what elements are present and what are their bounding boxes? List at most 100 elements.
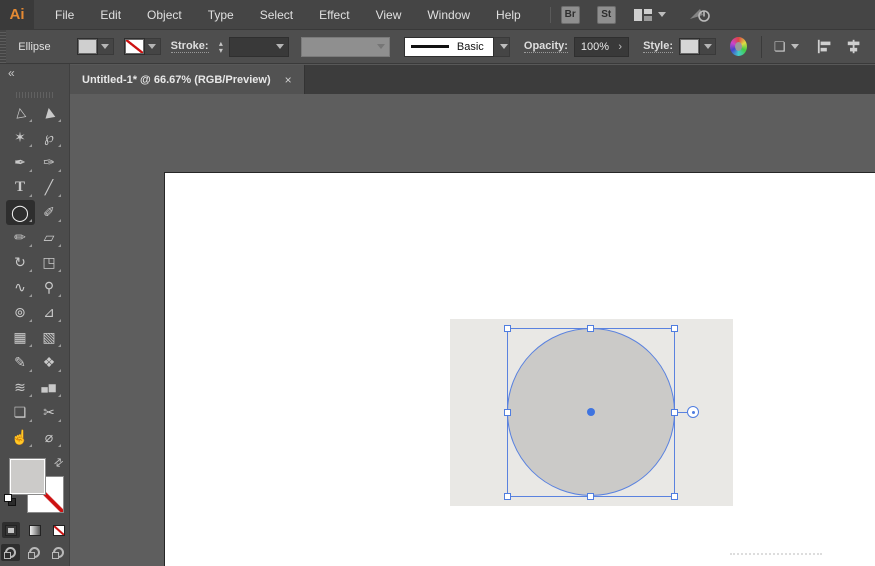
- menu-effect[interactable]: Effect: [306, 0, 362, 30]
- type-tool[interactable]: T: [6, 175, 35, 200]
- graphic-style-well[interactable]: [679, 38, 716, 55]
- scale-tool-icon: ◳: [42, 254, 55, 271]
- selection-handle-se[interactable]: [671, 493, 678, 500]
- selection-handle-e[interactable]: [671, 409, 678, 416]
- lasso-tool[interactable]: ℘: [35, 125, 64, 150]
- gradient-button[interactable]: [26, 522, 44, 538]
- menu-select[interactable]: Select: [247, 0, 306, 30]
- hand-tool[interactable]: ☝: [6, 425, 35, 450]
- blend-tool[interactable]: ❖: [35, 350, 64, 375]
- fill-dropdown-button[interactable]: [98, 38, 114, 55]
- fill-color-well[interactable]: [77, 38, 114, 55]
- slice-tool[interactable]: ✂: [35, 400, 64, 425]
- column-graph-tool[interactable]: ▄▆: [35, 375, 64, 400]
- stroke-dropdown-button[interactable]: [145, 38, 161, 55]
- workspace-switcher-button[interactable]: [633, 8, 666, 22]
- paintbrush-tool[interactable]: ✐: [35, 200, 64, 225]
- selection-handle-w[interactable]: [504, 409, 511, 416]
- menu-type[interactable]: Type: [195, 0, 247, 30]
- recolor-artwork-icon[interactable]: [730, 37, 747, 56]
- shaper-tool[interactable]: ✏: [6, 225, 35, 250]
- shape-builder-tool[interactable]: ⊚: [6, 300, 35, 325]
- opacity-expand-icon[interactable]: ›: [618, 41, 622, 53]
- none-chip-icon: [53, 525, 65, 536]
- style-swatch[interactable]: [679, 38, 700, 55]
- document-tab[interactable]: Untitled-1* @ 66.67% (RGB/Preview) ×: [70, 65, 305, 94]
- pen-tool[interactable]: ✒: [6, 150, 35, 175]
- stroke-none-swatch[interactable]: [124, 38, 145, 55]
- stock-button[interactable]: St: [597, 6, 616, 24]
- eraser-tool[interactable]: ▱: [35, 225, 64, 250]
- color-button[interactable]: [2, 522, 20, 538]
- horizontal-align-center-icon[interactable]: [846, 39, 861, 54]
- selection-handle-ne[interactable]: [671, 325, 678, 332]
- symbol-sprayer-tool-icon: ≋: [14, 379, 26, 396]
- stroke-color-well[interactable]: [124, 38, 161, 55]
- gradient-tool[interactable]: ▧: [35, 325, 64, 350]
- selection-handle-sw[interactable]: [504, 493, 511, 500]
- selection-handle-s[interactable]: [587, 493, 594, 500]
- artboard-tool[interactable]: ❏: [6, 400, 35, 425]
- opacity-field[interactable]: 100% ›: [574, 37, 629, 57]
- stepper-down-icon[interactable]: ▾: [215, 47, 228, 54]
- puppet-warp-tool[interactable]: ⚲: [35, 275, 64, 300]
- opacity-value[interactable]: 100%: [581, 41, 609, 53]
- menu-edit[interactable]: Edit: [87, 0, 134, 30]
- mesh-tool[interactable]: ▦: [6, 325, 35, 350]
- bridge-button[interactable]: Br: [561, 6, 580, 24]
- stroke-weight-stepper[interactable]: ▴ ▾: [215, 40, 228, 54]
- artboard[interactable]: [164, 172, 875, 566]
- tools-panel-grip[interactable]: [16, 92, 54, 98]
- menu-view[interactable]: View: [363, 0, 415, 30]
- style-dropdown-button[interactable]: [700, 38, 716, 55]
- fill-swatch[interactable]: [77, 38, 98, 55]
- curvature-tool[interactable]: ✑: [35, 150, 64, 175]
- menu-window[interactable]: Window: [414, 0, 483, 30]
- scale-tool[interactable]: ◳: [35, 250, 64, 275]
- direct-selection-tool-icon: ▶: [40, 106, 57, 119]
- gpu-performance-button[interactable]: [688, 7, 712, 23]
- zoom-tool[interactable]: ⌀: [35, 425, 64, 450]
- brush-definition-field[interactable]: Basic: [404, 37, 494, 57]
- tab-close-icon[interactable]: ×: [285, 73, 292, 87]
- menu-object[interactable]: Object: [134, 0, 195, 30]
- selection-tool[interactable]: ▷: [6, 100, 35, 125]
- swap-fill-stroke-icon[interactable]: ⇄: [51, 455, 66, 471]
- perspective-grid-tool[interactable]: ⊿: [35, 300, 64, 325]
- ellipse-tool[interactable]: ◯: [6, 200, 35, 225]
- magic-wand-tool[interactable]: ✶: [6, 125, 35, 150]
- shape-center-widget[interactable]: [587, 408, 595, 416]
- brush-definition-control[interactable]: Basic: [404, 37, 510, 57]
- draw-behind-button[interactable]: [25, 544, 44, 561]
- menu-file[interactable]: File: [42, 0, 87, 30]
- collapse-panel-button[interactable]: «: [8, 66, 15, 80]
- line-segment-tool[interactable]: ╱: [35, 175, 64, 200]
- horizontal-align-left-icon[interactable]: [817, 39, 832, 54]
- default-fill-stroke-icon[interactable]: [4, 494, 16, 506]
- pie-widget-handle[interactable]: [687, 406, 699, 418]
- stroke-weight-combo[interactable]: [229, 37, 289, 57]
- opacity-label[interactable]: Opacity:: [524, 40, 568, 53]
- symbol-sprayer-tool[interactable]: ≋: [6, 375, 35, 400]
- isolate-object-button[interactable]: ❏: [774, 39, 799, 55]
- chevron-down-icon: [791, 44, 799, 49]
- line-segment-tool-icon: ╱: [45, 179, 53, 196]
- control-bar-grip[interactable]: [0, 30, 6, 63]
- chevron-down-icon: [500, 44, 508, 49]
- width-tool[interactable]: ∿: [6, 275, 35, 300]
- direct-selection-tool[interactable]: ▶: [35, 100, 64, 125]
- draw-normal-button[interactable]: [1, 544, 20, 561]
- stroke-weight-label[interactable]: Stroke:: [171, 40, 209, 53]
- eyedropper-tool[interactable]: ✎: [6, 350, 35, 375]
- style-label[interactable]: Style:: [643, 40, 673, 53]
- draw-inside-button[interactable]: [49, 544, 68, 561]
- brush-dropdown-button[interactable]: [494, 37, 510, 57]
- rotate-tool[interactable]: ↻: [6, 250, 35, 275]
- selection-handle-n[interactable]: [587, 325, 594, 332]
- shape-builder-tool-icon: ⊚: [14, 304, 26, 321]
- fill-color-swatch[interactable]: [9, 458, 46, 495]
- selection-handle-nw[interactable]: [504, 325, 511, 332]
- perspective-grid-tool-icon: ⊿: [43, 304, 55, 321]
- menu-help[interactable]: Help: [483, 0, 534, 30]
- none-button[interactable]: [50, 522, 68, 538]
